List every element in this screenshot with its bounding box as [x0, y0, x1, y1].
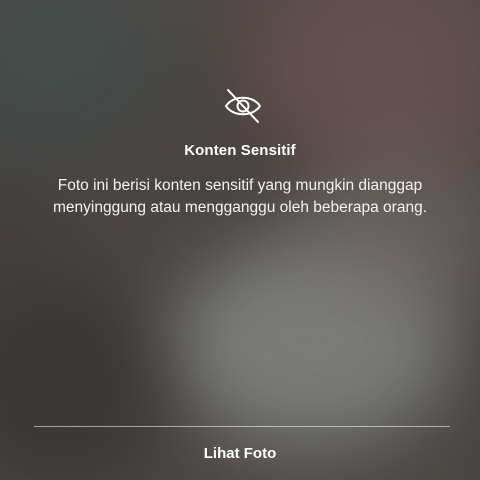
sensitive-content-overlay: Konten Sensitif Foto ini berisi konten s… [0, 0, 480, 480]
eye-slash-icon [224, 89, 262, 123]
overlay-title: Konten Sensitif [184, 142, 296, 159]
overlay-message: Foto ini berisi konten sensitif yang mun… [52, 177, 428, 216]
view-photo-button[interactable]: Lihat Foto [0, 427, 480, 480]
